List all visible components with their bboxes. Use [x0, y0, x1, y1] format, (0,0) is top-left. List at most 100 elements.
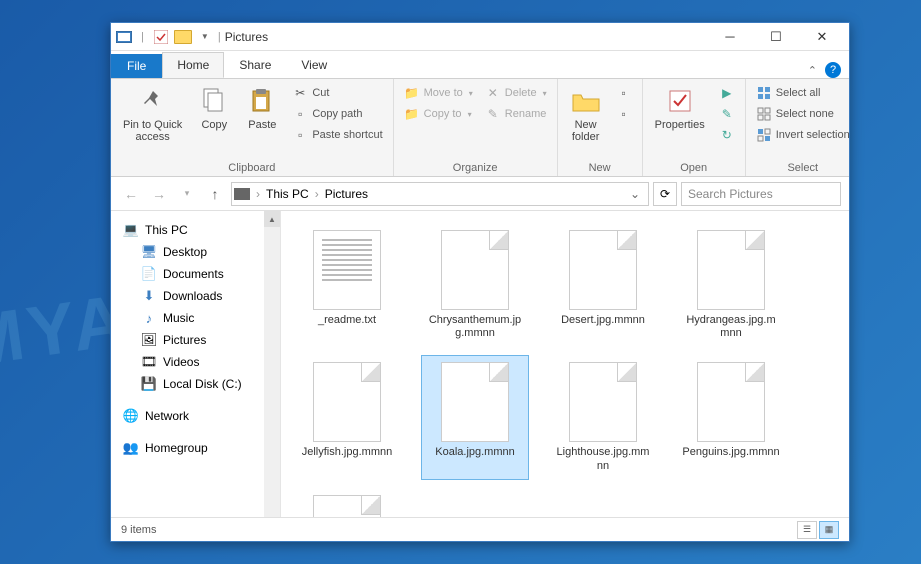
pin-to-quick-access-button[interactable]: Pin to Quick access [117, 83, 188, 145]
move-to-button[interactable]: 📁Move to▾ [400, 83, 477, 103]
rename-button[interactable]: ✎Rename [481, 104, 551, 124]
back-button[interactable]: ← [119, 182, 143, 206]
unknown-file-icon [569, 362, 637, 442]
file-item[interactable]: Jellyfish.jpg.mmnn [293, 355, 401, 479]
delete-icon: ✕ [485, 85, 501, 101]
window-title: Pictures [225, 30, 268, 44]
maximize-button[interactable]: ☐ [753, 23, 799, 51]
content-pane[interactable]: _readme.txtChrysanthemum.jpg.mmnn Desert.… [281, 211, 849, 517]
select-none-icon [756, 106, 772, 122]
new-group-label: New [564, 160, 636, 174]
scroll-up-icon[interactable]: ▲ [264, 211, 280, 227]
ribbon: Pin to Quick access Copy Paste ✂Cut ▫Cop… [111, 79, 849, 177]
new-item-button[interactable]: ▫ [612, 83, 636, 103]
search-input[interactable]: Search Pictures [681, 182, 841, 206]
tree-homegroup[interactable]: 👥Homegroup [119, 437, 280, 459]
paste-icon [246, 85, 278, 117]
paste-shortcut-button[interactable]: ▫Paste shortcut [288, 125, 386, 145]
file-item[interactable]: Tulips.jpg.mmnn [293, 488, 401, 517]
invert-selection-button[interactable]: Invert selection [752, 125, 854, 145]
collapse-ribbon-icon[interactable]: ⌃ [808, 64, 817, 77]
view-tab[interactable]: View [286, 52, 342, 78]
documents-icon: 📄 [141, 266, 157, 282]
delete-button[interactable]: ✕Delete▾ [481, 83, 551, 103]
tree-videos[interactable]: 🎞Videos [137, 351, 280, 373]
paste-button[interactable]: Paste [240, 83, 284, 133]
copy-path-icon: ▫ [292, 106, 308, 122]
recent-locations-button[interactable]: ▾ [175, 182, 199, 206]
properties-button[interactable]: Properties [649, 83, 711, 133]
details-view-button[interactable]: ☰ [797, 521, 817, 539]
open-group: Properties ▶ ✎ ↻ Open [643, 79, 746, 176]
minimize-button[interactable]: ─ [707, 23, 753, 51]
address-chevron-icon[interactable]: › [313, 187, 321, 201]
tree-desktop[interactable]: 🖥Desktop [137, 241, 280, 263]
new-folder-qat-icon[interactable] [174, 30, 192, 44]
tree-music[interactable]: ♪Music [137, 307, 280, 329]
file-item[interactable]: Penguins.jpg.mmnn [677, 355, 785, 479]
address-chevron-icon[interactable]: › [254, 187, 262, 201]
copy-button[interactable]: Copy [192, 83, 236, 133]
file-item[interactable]: Hydrangeas.jpg.mmnn [677, 223, 785, 347]
address-bar[interactable]: › This PC › Pictures ⌄ [231, 182, 649, 206]
properties-qat-icon[interactable] [152, 28, 170, 46]
qat-dropdown-icon[interactable]: ▼ [196, 28, 214, 46]
desktop-icon: 🖥 [141, 244, 157, 260]
edit-button[interactable]: ✎ [715, 104, 739, 124]
address-dropdown-icon[interactable]: ⌄ [624, 187, 646, 201]
history-button[interactable]: ↻ [715, 125, 739, 145]
body-area: 💻This PC 🖥Desktop 📄Documents ⬇Downloads … [111, 211, 849, 517]
share-tab[interactable]: Share [224, 52, 286, 78]
file-item[interactable]: Koala.jpg.mmnn [421, 355, 529, 479]
close-button[interactable]: ✕ [799, 23, 845, 51]
file-item[interactable]: Desert.jpg.mmnn [549, 223, 657, 347]
unknown-file-icon [441, 230, 509, 310]
clipboard-group-label: Clipboard [117, 160, 387, 174]
tree-pictures[interactable]: 🖼Pictures [137, 329, 280, 351]
select-none-button[interactable]: Select none [752, 104, 854, 124]
file-name-label: Desert.jpg.mmnn [561, 314, 645, 327]
large-icons-view-button[interactable]: ▦ [819, 521, 839, 539]
tree-this-pc[interactable]: 💻This PC [119, 219, 280, 241]
address-segment-pictures[interactable]: Pictures [321, 185, 372, 203]
history-icon: ↻ [719, 127, 735, 143]
tree-local-disk[interactable]: 💾Local Disk (C:) [137, 373, 280, 395]
file-item[interactable]: Chrysanthemum.jpg.mmnn [421, 223, 529, 347]
file-tab[interactable]: File [111, 54, 162, 78]
unknown-file-icon [441, 362, 509, 442]
unknown-file-icon [697, 230, 765, 310]
refresh-button[interactable]: ⟳ [653, 182, 677, 206]
videos-icon: 🎞 [141, 354, 157, 370]
file-name-label: Koala.jpg.mmnn [435, 446, 515, 459]
disk-icon: 💾 [141, 376, 157, 392]
select-all-button[interactable]: Select all [752, 83, 854, 103]
address-segment-this-pc[interactable]: This PC [262, 185, 313, 203]
invert-icon [756, 127, 772, 143]
easy-access-button[interactable]: ▫ [612, 104, 636, 124]
music-icon: ♪ [141, 310, 157, 326]
cut-button[interactable]: ✂Cut [288, 83, 386, 103]
copy-to-button[interactable]: 📁Copy to▾ [400, 104, 477, 124]
nav-scrollbar[interactable]: ▲ [264, 211, 280, 517]
quick-access-toolbar: | ▼ [115, 28, 214, 46]
up-button[interactable]: ↑ [203, 182, 227, 206]
file-item[interactable]: _readme.txt [293, 223, 401, 347]
tree-network[interactable]: 🌐Network [119, 405, 280, 427]
home-tab[interactable]: Home [162, 52, 224, 78]
homegroup-icon: 👥 [123, 440, 139, 456]
open-submenu-button[interactable]: ▶ [715, 83, 739, 103]
file-name-label: Lighthouse.jpg.mmnn [554, 446, 652, 472]
new-folder-button[interactable]: New folder [564, 83, 608, 145]
pin-icon [137, 85, 169, 117]
unknown-file-icon [313, 362, 381, 442]
copy-path-button[interactable]: ▫Copy path [288, 104, 386, 124]
clipboard-group: Pin to Quick access Copy Paste ✂Cut ▫Cop… [111, 79, 394, 176]
select-group-label: Select [752, 160, 854, 174]
help-icon[interactable]: ? [825, 62, 841, 78]
tree-documents[interactable]: 📄Documents [137, 263, 280, 285]
downloads-icon: ⬇ [141, 288, 157, 304]
forward-button[interactable]: → [147, 182, 171, 206]
edit-icon: ✎ [719, 106, 735, 122]
tree-downloads[interactable]: ⬇Downloads [137, 285, 280, 307]
file-item[interactable]: Lighthouse.jpg.mmnn [549, 355, 657, 479]
